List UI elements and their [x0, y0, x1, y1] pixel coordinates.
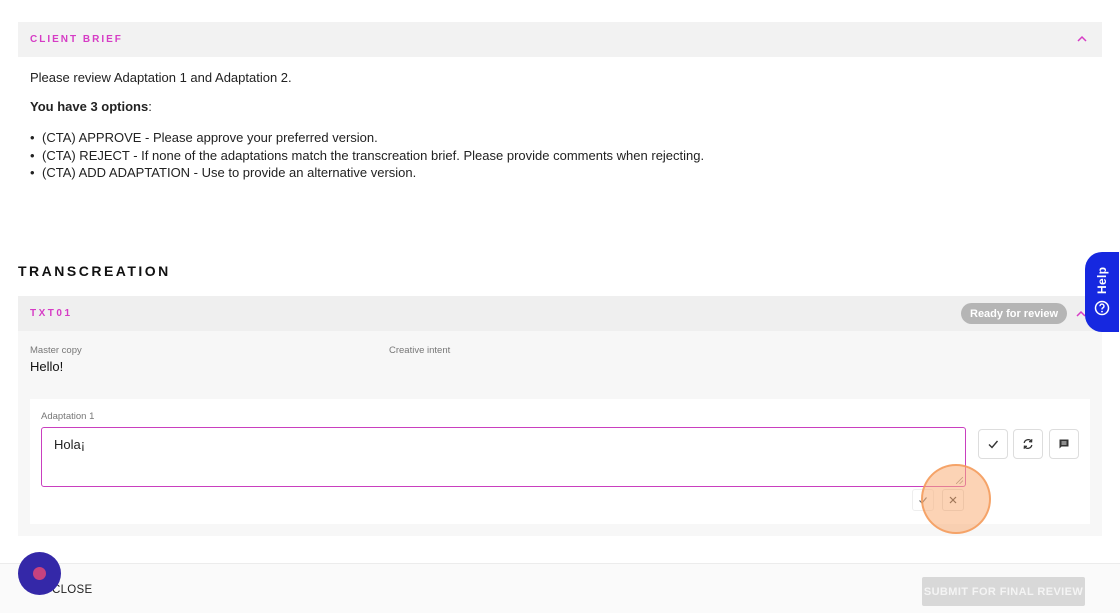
comment-icon [1059, 439, 1069, 449]
list-item: (CTA) ADD ADAPTATION - Use to provide an… [30, 164, 704, 182]
brief-options-heading: You have 3 options: [30, 99, 152, 115]
approve-button[interactable] [978, 429, 1008, 459]
help-circle-icon [1094, 300, 1110, 316]
list-item: (CTA) APPROVE - Please approve your pref… [30, 129, 704, 147]
adaptation-label: Adaptation 1 [41, 411, 95, 422]
client-brief-title: CLIENT BRIEF [30, 34, 123, 45]
transcreation-item-id: TXT01 [30, 308, 73, 319]
brief-intro: Please review Adaptation 1 and Adaptatio… [30, 70, 292, 85]
chat-icon [33, 567, 46, 580]
chat-launcher-button[interactable] [18, 552, 61, 595]
master-copy-value: Hello! [30, 359, 64, 374]
options-heading-text: You have 3 options [30, 99, 149, 114]
click-indicator [921, 464, 991, 534]
chevron-up-icon[interactable] [1077, 34, 1087, 44]
status-badge: Ready for review [961, 303, 1068, 324]
help-tab[interactable]: Help [1085, 252, 1119, 332]
submit-for-final-review-button[interactable]: SUBMIT FOR FINAL REVIEW [922, 577, 1085, 606]
transcreation-card-header[interactable]: TXT01 Ready for review [18, 296, 1102, 331]
brief-options-list: (CTA) APPROVE - Please approve your pref… [30, 129, 704, 182]
comment-button[interactable] [1049, 429, 1079, 459]
close-button[interactable]: CLOSE [52, 584, 93, 596]
list-item: (CTA) REJECT - If none of the adaptation… [30, 147, 704, 165]
options-heading-colon: : [148, 99, 152, 114]
check-icon [988, 440, 999, 449]
adaptation-text: Hola¡ [54, 437, 86, 452]
footer-bar: CLOSE SUBMIT FOR FINAL REVIEW [0, 563, 1120, 613]
regenerate-button[interactable] [1013, 429, 1043, 459]
help-label: Help [1095, 266, 1109, 294]
adaptation-textarea[interactable]: Hola¡ [41, 427, 966, 487]
creative-intent-label: Creative intent [389, 345, 451, 356]
master-copy-label: Master copy [30, 345, 82, 356]
refresh-icon [1023, 439, 1033, 449]
client-brief-header[interactable]: CLIENT BRIEF [18, 22, 1102, 57]
transcreation-section-title: TRANSCREATION [18, 263, 171, 279]
